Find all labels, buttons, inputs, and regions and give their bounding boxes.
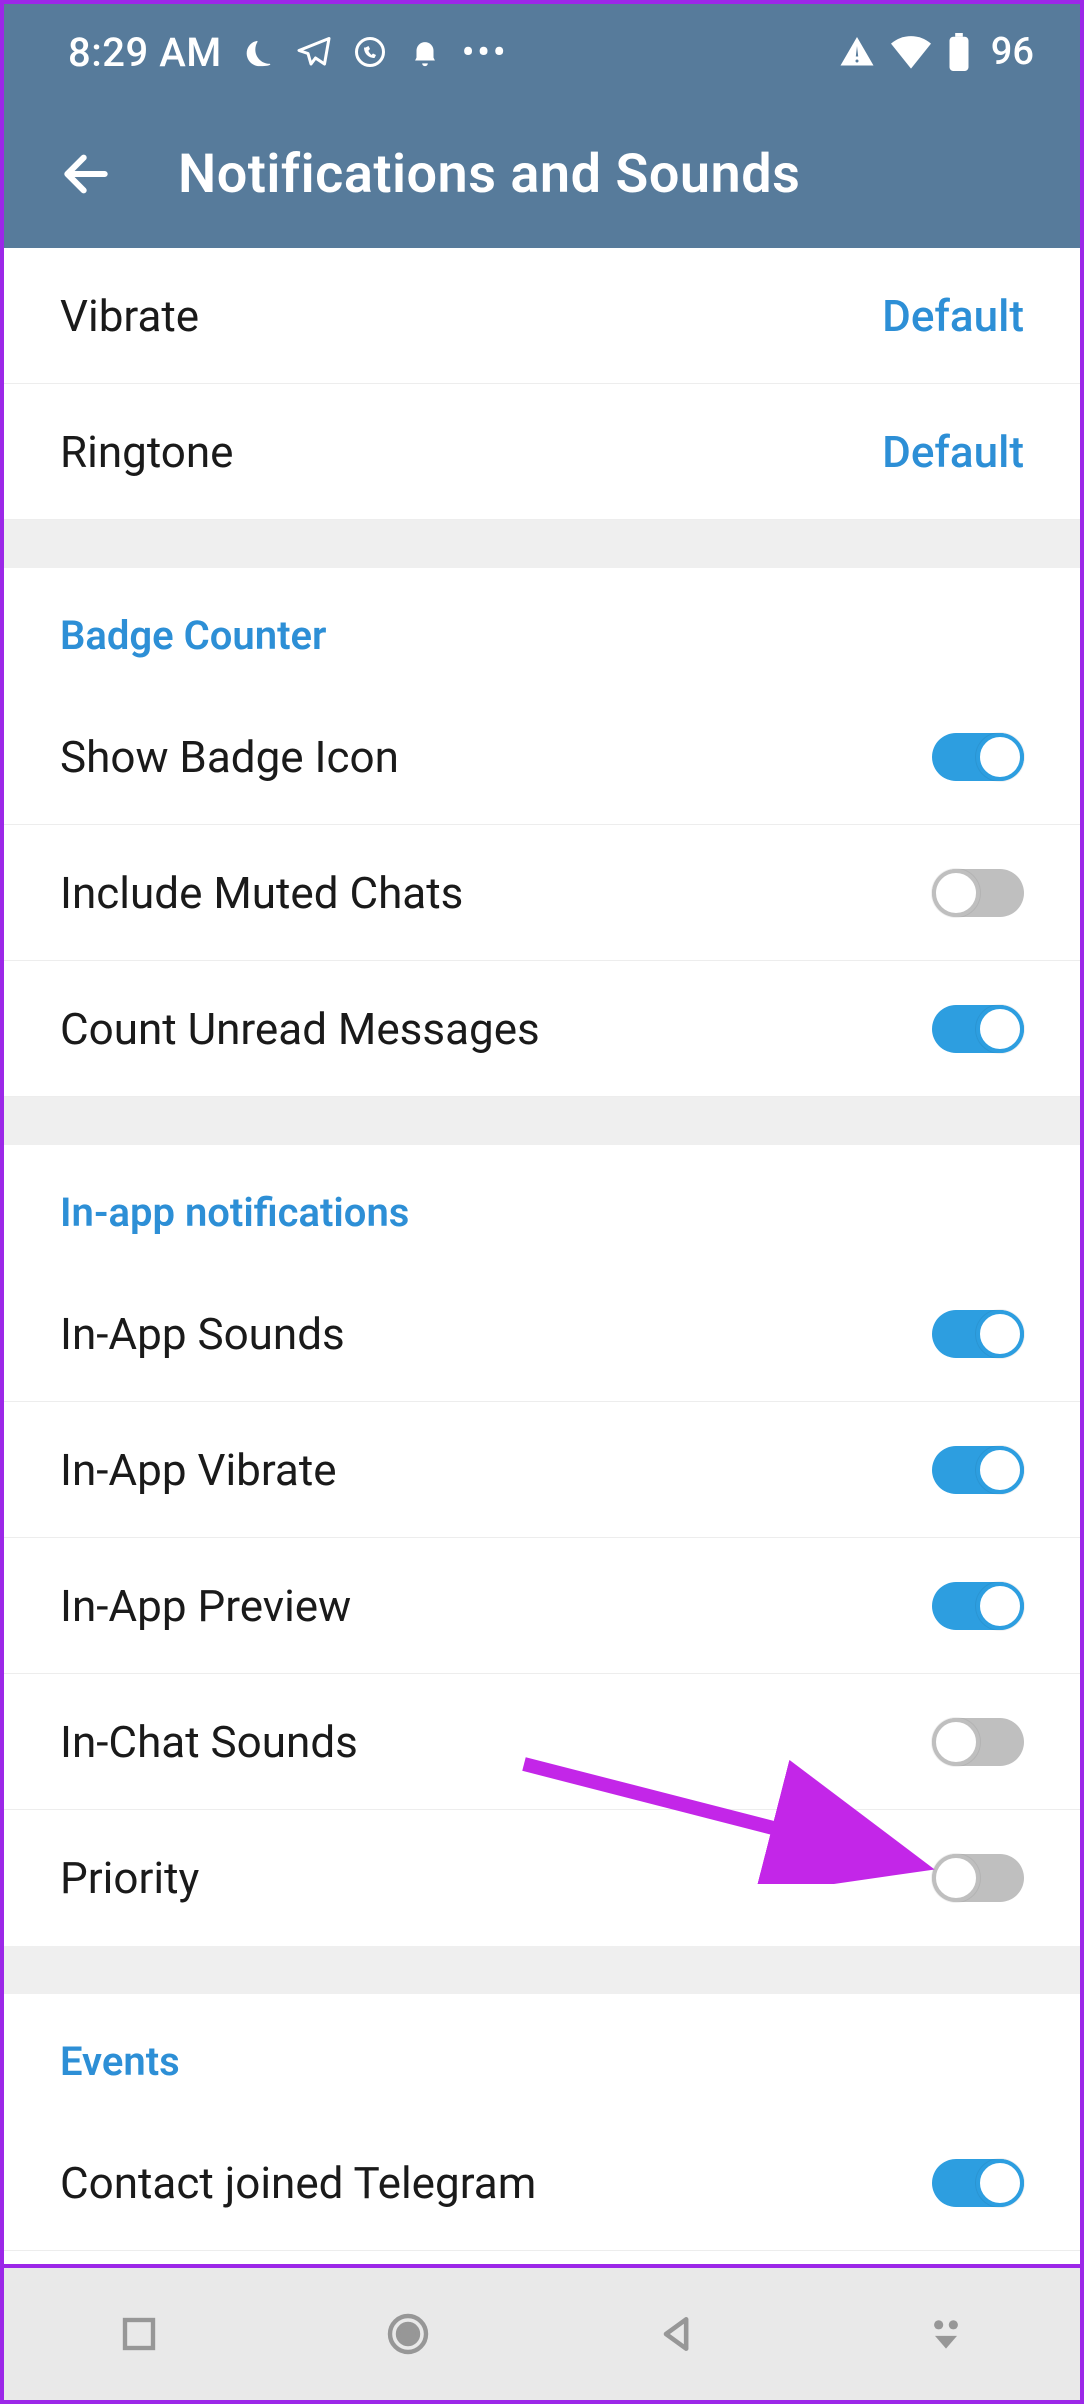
row-label: In-Chat Sounds [60, 1716, 358, 1768]
inchat-sounds-switch[interactable] [932, 1718, 1024, 1766]
inapp-vibrate-switch[interactable] [932, 1446, 1024, 1494]
contact-joined-row[interactable]: Contact joined Telegram [4, 2115, 1080, 2251]
priority-row[interactable]: Priority [4, 1810, 1080, 1946]
row-label: Vibrate [60, 290, 199, 342]
contact-joined-switch[interactable] [932, 2159, 1024, 2207]
app-bar: Notifications and Sounds [4, 100, 1080, 248]
row-label: Ringtone [60, 426, 234, 478]
row-label: In-App Preview [60, 1580, 351, 1632]
screen-frame: 8:29 AM ••• 96 [0, 0, 1084, 2404]
battery-percent: 96 [991, 30, 1034, 74]
recents-button[interactable] [112, 2307, 166, 2361]
settings-content[interactable]: Vibrate Default Ringtone Default Badge C… [4, 248, 1080, 2311]
row-label: Show Badge Icon [60, 731, 399, 783]
status-bar: 8:29 AM ••• 96 [4, 4, 1080, 100]
notification-icon [408, 35, 442, 69]
status-time: 8:29 AM [68, 29, 222, 76]
whatsapp-icon [352, 34, 388, 70]
count-unread-messages-switch[interactable] [932, 1005, 1024, 1053]
section-header-badge: Badge Counter [4, 568, 1080, 689]
row-label: In-App Vibrate [60, 1444, 337, 1496]
row-label: In-App Sounds [60, 1308, 345, 1360]
row-value: Default [882, 290, 1024, 342]
include-muted-chats-switch[interactable] [932, 869, 1024, 917]
back-button[interactable] [50, 138, 122, 210]
priority-switch[interactable] [932, 1854, 1024, 1902]
back-nav-button[interactable] [650, 2307, 704, 2361]
status-bar-right: 96 [839, 30, 1034, 74]
ringtone-row[interactable]: Ringtone Default [4, 384, 1080, 520]
warning-icon [839, 34, 875, 70]
count-unread-messages-row[interactable]: Count Unread Messages [4, 961, 1080, 1097]
section-header-events: Events [4, 1994, 1080, 2115]
system-nav-bar [4, 2264, 1080, 2400]
row-label: Contact joined Telegram [60, 2157, 536, 2209]
section-divider [4, 1946, 1080, 1994]
inapp-vibrate-row[interactable]: In-App Vibrate [4, 1402, 1080, 1538]
inchat-sounds-row[interactable]: In-Chat Sounds [4, 1674, 1080, 1810]
row-label: Count Unread Messages [60, 1003, 540, 1055]
battery-icon [947, 33, 971, 71]
status-bar-left: 8:29 AM ••• [68, 29, 508, 76]
keyboard-hide-button[interactable] [919, 2307, 973, 2361]
inapp-preview-switch[interactable] [932, 1582, 1024, 1630]
inapp-sounds-switch[interactable] [932, 1310, 1024, 1358]
wifi-icon [891, 34, 931, 70]
show-badge-icon-switch[interactable] [932, 733, 1024, 781]
include-muted-chats-row[interactable]: Include Muted Chats [4, 825, 1080, 961]
row-label: Priority [60, 1852, 199, 1904]
inapp-sounds-row[interactable]: In-App Sounds [4, 1266, 1080, 1402]
page-title: Notifications and Sounds [178, 143, 800, 206]
section-divider [4, 1097, 1080, 1145]
telegram-icon [296, 34, 332, 70]
section-header-inapp: In-app notifications [4, 1145, 1080, 1266]
home-button[interactable] [381, 2307, 435, 2361]
more-icon: ••• [462, 31, 509, 73]
vibrate-row[interactable]: Vibrate Default [4, 248, 1080, 384]
row-value: Default [882, 426, 1024, 478]
row-label: Include Muted Chats [60, 867, 463, 919]
show-badge-icon-row[interactable]: Show Badge Icon [4, 689, 1080, 825]
section-divider [4, 520, 1080, 568]
inapp-preview-row[interactable]: In-App Preview [4, 1538, 1080, 1674]
moon-icon [242, 35, 276, 69]
